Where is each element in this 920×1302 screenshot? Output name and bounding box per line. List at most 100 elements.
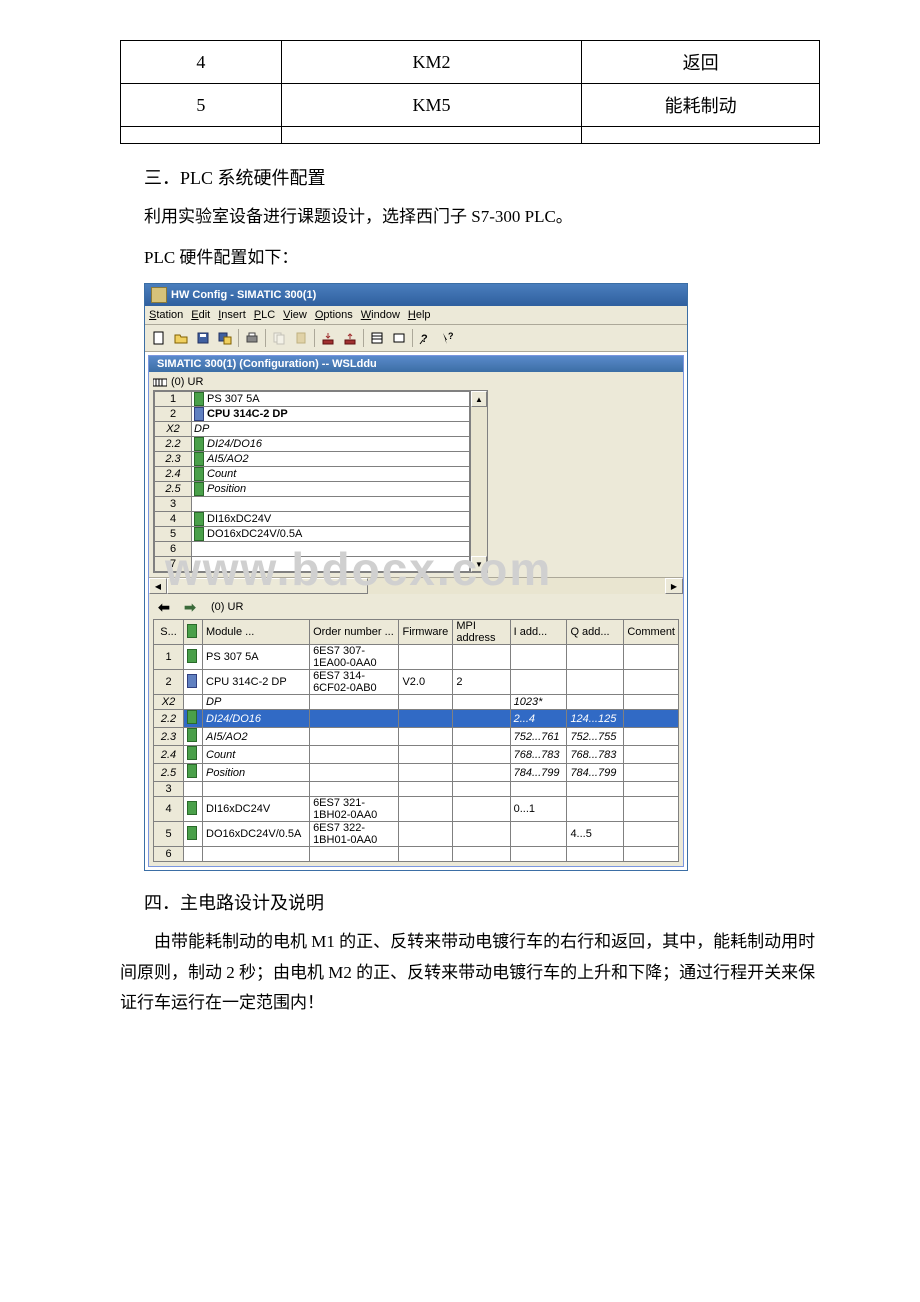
detail-icon-cell[interactable] [184,728,203,746]
detail-iadd[interactable] [510,782,567,797]
detail-module[interactable]: DI24/DO16 [203,710,310,728]
detail-icon-cell[interactable] [184,710,203,728]
detail-iadd[interactable]: 0...1 [510,797,567,822]
detail-firmware[interactable] [399,847,453,862]
rack-module[interactable]: DI24/DO16 [192,437,470,452]
detail-icon-cell[interactable] [184,797,203,822]
col-slot[interactable]: S... [154,620,184,645]
menu-station[interactable]: Station [149,309,183,321]
detail-slot[interactable]: 3 [154,782,184,797]
detail-slot[interactable]: 5 [154,822,184,847]
scroll-track[interactable] [471,407,487,556]
detail-iadd[interactable] [510,822,567,847]
rack-slot[interactable]: 2.4 [155,467,192,482]
detail-qadd[interactable] [567,695,624,710]
detail-qadd[interactable]: 4...5 [567,822,624,847]
detail-comment[interactable] [624,695,679,710]
detail-iadd[interactable]: 752...761 [510,728,567,746]
detail-comment[interactable] [624,670,679,695]
detail-qadd[interactable]: 124...125 [567,710,624,728]
rack-module[interactable]: DP [192,422,470,437]
detail-mpi[interactable] [453,797,510,822]
detail-table[interactable]: S... Module ... Order number ... Firmwar… [153,619,679,862]
detail-module[interactable]: Position [203,764,310,782]
detail-order[interactable] [310,847,399,862]
scroll-down-icon[interactable]: ▼ [471,556,487,572]
col-order[interactable]: Order number ... [310,620,399,645]
menu-options[interactable]: Options [315,309,353,321]
detail-qadd[interactable] [567,797,624,822]
rack-table[interactable]: 1PS 307 5A2CPU 314C-2 DPX2DP2.2DI24/DO16… [154,391,470,572]
col-mpi[interactable]: MPI address [453,620,510,645]
detail-mpi[interactable]: 2 [453,670,510,695]
tb-savecompile-icon[interactable] [215,328,235,348]
detail-qadd[interactable] [567,645,624,670]
menu-insert[interactable]: Insert [218,309,246,321]
detail-mpi[interactable] [453,728,510,746]
scroll-up-icon[interactable]: ▲ [471,391,487,407]
detail-order[interactable]: 6ES7 307-1EA00-0AA0 [310,645,399,670]
detail-module[interactable] [203,782,310,797]
detail-mpi[interactable] [453,645,510,670]
rack-slot[interactable]: 2.2 [155,437,192,452]
detail-iadd[interactable]: 1023* [510,695,567,710]
tb-copy-icon[interactable] [269,328,289,348]
col-iadd[interactable]: I add... [510,620,567,645]
detail-icon-cell[interactable] [184,822,203,847]
col-firmware[interactable]: Firmware [399,620,453,645]
detail-comment[interactable] [624,797,679,822]
window-title-bar[interactable]: HW Config - SIMATIC 300(1) [145,284,687,306]
detail-icon-cell[interactable] [184,695,203,710]
detail-order[interactable] [310,746,399,764]
detail-mpi[interactable] [453,695,510,710]
detail-comment[interactable] [624,645,679,670]
rack-module[interactable]: DO16xDC24V/0.5A [192,527,470,542]
detail-mpi[interactable] [453,710,510,728]
detail-qadd[interactable] [567,847,624,862]
col-comment[interactable]: Comment [624,620,679,645]
detail-slot[interactable]: X2 [154,695,184,710]
tb-help-icon[interactable]: ? [416,328,436,348]
tb-catalog-icon[interactable] [367,328,387,348]
scroll-left-icon[interactable]: ◀ [149,578,167,594]
detail-firmware[interactable] [399,782,453,797]
detail-order[interactable] [310,710,399,728]
detail-firmware[interactable]: V2.0 [399,670,453,695]
tb-netconfig-icon[interactable] [389,328,409,348]
rack-slot[interactable]: 7 [155,557,192,572]
detail-iadd[interactable] [510,670,567,695]
rack-slot[interactable]: 6 [155,542,192,557]
detail-qadd[interactable]: 768...783 [567,746,624,764]
detail-icon-cell[interactable] [184,670,203,695]
detail-module[interactable]: Count [203,746,310,764]
hscroll-thumb[interactable] [167,578,368,594]
detail-order[interactable] [310,764,399,782]
detail-order[interactable] [310,695,399,710]
scroll-right-icon[interactable]: ▶ [665,578,683,594]
detail-slot[interactable]: 2 [154,670,184,695]
detail-iadd[interactable]: 768...783 [510,746,567,764]
detail-comment[interactable] [624,746,679,764]
rack-module[interactable]: PS 307 5A [192,392,470,407]
detail-slot[interactable]: 1 [154,645,184,670]
detail-comment[interactable] [624,847,679,862]
rack-header[interactable]: (0) UR [153,376,679,388]
detail-firmware[interactable] [399,695,453,710]
detail-iadd[interactable] [510,847,567,862]
detail-firmware[interactable] [399,710,453,728]
detail-module[interactable] [203,847,310,862]
detail-icon-cell[interactable] [184,764,203,782]
detail-qadd[interactable]: 784...799 [567,764,624,782]
detail-comment[interactable] [624,782,679,797]
tb-paste-icon[interactable] [291,328,311,348]
rack-slot[interactable]: 4 [155,512,192,527]
detail-firmware[interactable] [399,822,453,847]
detail-slot[interactable]: 6 [154,847,184,862]
detail-order[interactable]: 6ES7 322-1BH01-0AA0 [310,822,399,847]
menu-edit[interactable]: Edit [191,309,210,321]
detail-slot[interactable]: 2.2 [154,710,184,728]
tb-whatsthis-icon[interactable]: ? [438,328,458,348]
rack-module[interactable] [192,497,470,512]
rack-slot[interactable]: 3 [155,497,192,512]
tb-download-icon[interactable] [318,328,338,348]
